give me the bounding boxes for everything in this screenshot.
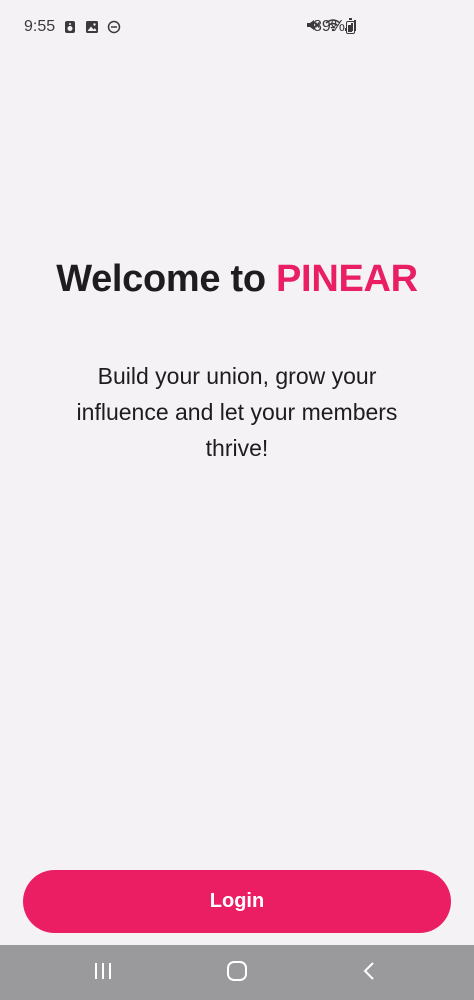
image-icon (85, 20, 99, 34)
welcome-title: Welcome to PINEAR (0, 258, 474, 301)
back-button[interactable] (344, 955, 394, 991)
navigation-bar (0, 945, 474, 1000)
status-bar: 9:55 89% (0, 0, 474, 58)
speaker-icon (63, 20, 77, 34)
status-time: 9:55 (24, 18, 56, 35)
tagline: Build your union, grow your influence an… (76, 363, 398, 461)
back-icon (361, 960, 377, 987)
welcome-title-prefix: Welcome to (56, 258, 277, 300)
home-icon (226, 960, 248, 987)
welcome-screen: 9:55 89% Welcome to PINEAR Build your un… (0, 0, 474, 1000)
recent-apps-icon (92, 961, 114, 986)
do-not-disturb-icon (107, 20, 121, 34)
battery-level: 89% (313, 18, 346, 35)
brand-name: PINEAR (276, 258, 418, 300)
login-button[interactable]: Login (23, 870, 451, 933)
status-left: 9:55 (24, 18, 121, 36)
recent-apps-button[interactable] (78, 955, 128, 991)
home-button[interactable] (212, 955, 262, 991)
battery-icon (346, 18, 355, 34)
